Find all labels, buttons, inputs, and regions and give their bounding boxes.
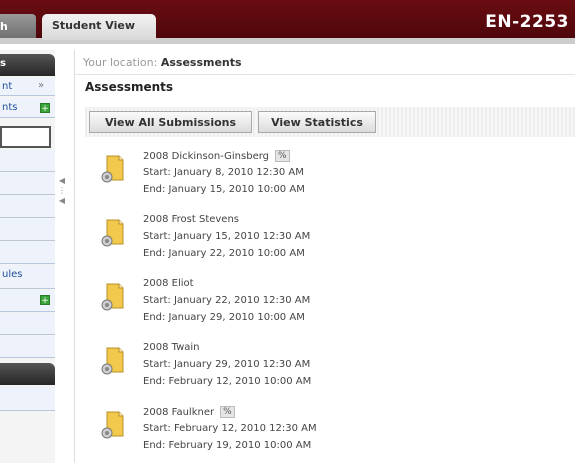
assessment-item[interactable]: 2008 Eliot Start: January 22, 2010 12:30 … bbox=[99, 278, 399, 334]
sidebar-row[interactable] bbox=[0, 313, 55, 335]
assessment-start: Start: January 29, 2010 12:30 AM bbox=[143, 359, 311, 370]
sidebar-row[interactable] bbox=[0, 219, 55, 241]
main-content: Your location: Assessments Assessments V… bbox=[74, 50, 575, 463]
sidebar: s nt » nts + ules + bbox=[0, 50, 55, 463]
assessment-title-row: 2008 Faulkner% bbox=[143, 406, 235, 418]
assessment-document-icon bbox=[101, 410, 125, 440]
assessment-end: End: February 19, 2010 10:00 AM bbox=[143, 440, 312, 451]
assessment-item[interactable]: 2008 Faulkner% Start: February 12, 2010 1… bbox=[99, 406, 399, 462]
view-all-submissions-button[interactable]: View All Submissions bbox=[89, 111, 252, 133]
tab-partial-label: h bbox=[0, 20, 8, 33]
sidebar-item-partial-1[interactable]: nt » bbox=[0, 78, 55, 96]
page-title: Assessments bbox=[85, 80, 174, 94]
sidebar-row[interactable] bbox=[0, 196, 55, 218]
breadcrumb-prefix: Your location: bbox=[83, 56, 158, 69]
sidebar-selected-box[interactable] bbox=[0, 126, 51, 148]
sidebar-item-label: nts bbox=[2, 102, 18, 113]
assessment-document-icon bbox=[101, 346, 125, 376]
collapse-arrow-icon: ◀ bbox=[58, 176, 66, 185]
assessment-title-row: 2008 Frost Stevens bbox=[143, 214, 239, 225]
sidebar-row[interactable]: + bbox=[0, 290, 55, 312]
assessment-start: Start: January 22, 2010 12:30 AM bbox=[143, 295, 311, 306]
course-code: EN-2253 bbox=[485, 12, 569, 32]
assessment-title-row: 2008 Eliot bbox=[143, 278, 194, 289]
assessment-title[interactable]: 2008 Faulkner bbox=[143, 407, 214, 418]
grip-icon: ⋮ bbox=[58, 186, 66, 195]
assessment-end: End: January 29, 2010 10:00 AM bbox=[143, 312, 305, 323]
collapse-arrow-icon: ◀ bbox=[58, 196, 66, 205]
sidebar-row[interactable] bbox=[0, 242, 55, 264]
assessment-title-row: 2008 Dickinson-Ginsberg% bbox=[143, 150, 290, 162]
assessment-end: End: January 15, 2010 10:00 AM bbox=[143, 184, 305, 195]
assessment-title[interactable]: 2008 Dickinson-Ginsberg bbox=[143, 151, 269, 162]
sidebar-row[interactable] bbox=[0, 336, 55, 358]
assessment-end: End: February 12, 2010 10:00 AM bbox=[143, 376, 312, 387]
sidebar-header-label: s bbox=[0, 58, 6, 69]
add-icon[interactable]: + bbox=[40, 295, 50, 306]
assessment-start: Start: February 12, 2010 12:30 AM bbox=[143, 423, 317, 434]
assessment-item[interactable]: 2008 Dickinson-Ginsberg% Start: January 8… bbox=[99, 150, 399, 206]
assessment-title[interactable]: 2008 Frost Stevens bbox=[143, 214, 239, 225]
assessment-document-icon bbox=[101, 218, 125, 248]
top-bar: h Student View EN-2253 bbox=[0, 0, 575, 44]
add-icon[interactable]: + bbox=[40, 103, 50, 114]
sidebar-row[interactable] bbox=[0, 387, 55, 411]
tab-partial[interactable]: h bbox=[0, 14, 36, 38]
breadcrumb-current: Assessments bbox=[160, 56, 242, 69]
view-statistics-button[interactable]: View Statistics bbox=[258, 111, 376, 133]
assessment-title[interactable]: 2008 Eliot bbox=[143, 278, 194, 289]
assessment-document-icon bbox=[101, 154, 125, 184]
tab-student-view[interactable]: Student View bbox=[42, 14, 156, 40]
assessment-title[interactable]: 2008 Twain bbox=[143, 342, 200, 353]
assessment-title-row: 2008 Twain bbox=[143, 342, 200, 353]
sidebar-item-label: ules bbox=[2, 269, 23, 280]
expand-icon[interactable]: » bbox=[38, 80, 44, 91]
assessment-item[interactable]: 2008 Twain Start: January 29, 2010 12:30 … bbox=[99, 342, 399, 398]
statistics-icon[interactable]: % bbox=[275, 150, 290, 162]
sidebar-item-partial-2[interactable]: nts + bbox=[0, 98, 55, 118]
sidebar-item-label: nt bbox=[2, 81, 13, 92]
sidebar-item-partial-3[interactable]: ules bbox=[0, 265, 55, 289]
divider bbox=[75, 74, 575, 75]
breadcrumb: Your location: Assessments bbox=[83, 56, 242, 69]
sidebar-row[interactable] bbox=[0, 173, 55, 195]
assessment-start: Start: January 8, 2010 12:30 AM bbox=[143, 167, 304, 178]
assessment-item[interactable]: 2008 Frost Stevens Start: January 15, 201… bbox=[99, 214, 399, 270]
assessment-start: Start: January 15, 2010 12:30 AM bbox=[143, 231, 311, 242]
toolbar: View All Submissions View Statistics bbox=[85, 107, 575, 137]
sidebar-header: s bbox=[0, 54, 55, 76]
assessment-end: End: January 22, 2010 10:00 AM bbox=[143, 248, 305, 259]
statistics-icon[interactable]: % bbox=[220, 406, 235, 418]
sidebar-row[interactable] bbox=[0, 150, 55, 172]
collapse-handle[interactable]: ◀ ⋮ ◀ bbox=[57, 176, 67, 216]
sidebar-header-2 bbox=[0, 363, 55, 385]
tab-student-view-label: Student View bbox=[52, 19, 135, 32]
assessment-document-icon bbox=[101, 282, 125, 312]
